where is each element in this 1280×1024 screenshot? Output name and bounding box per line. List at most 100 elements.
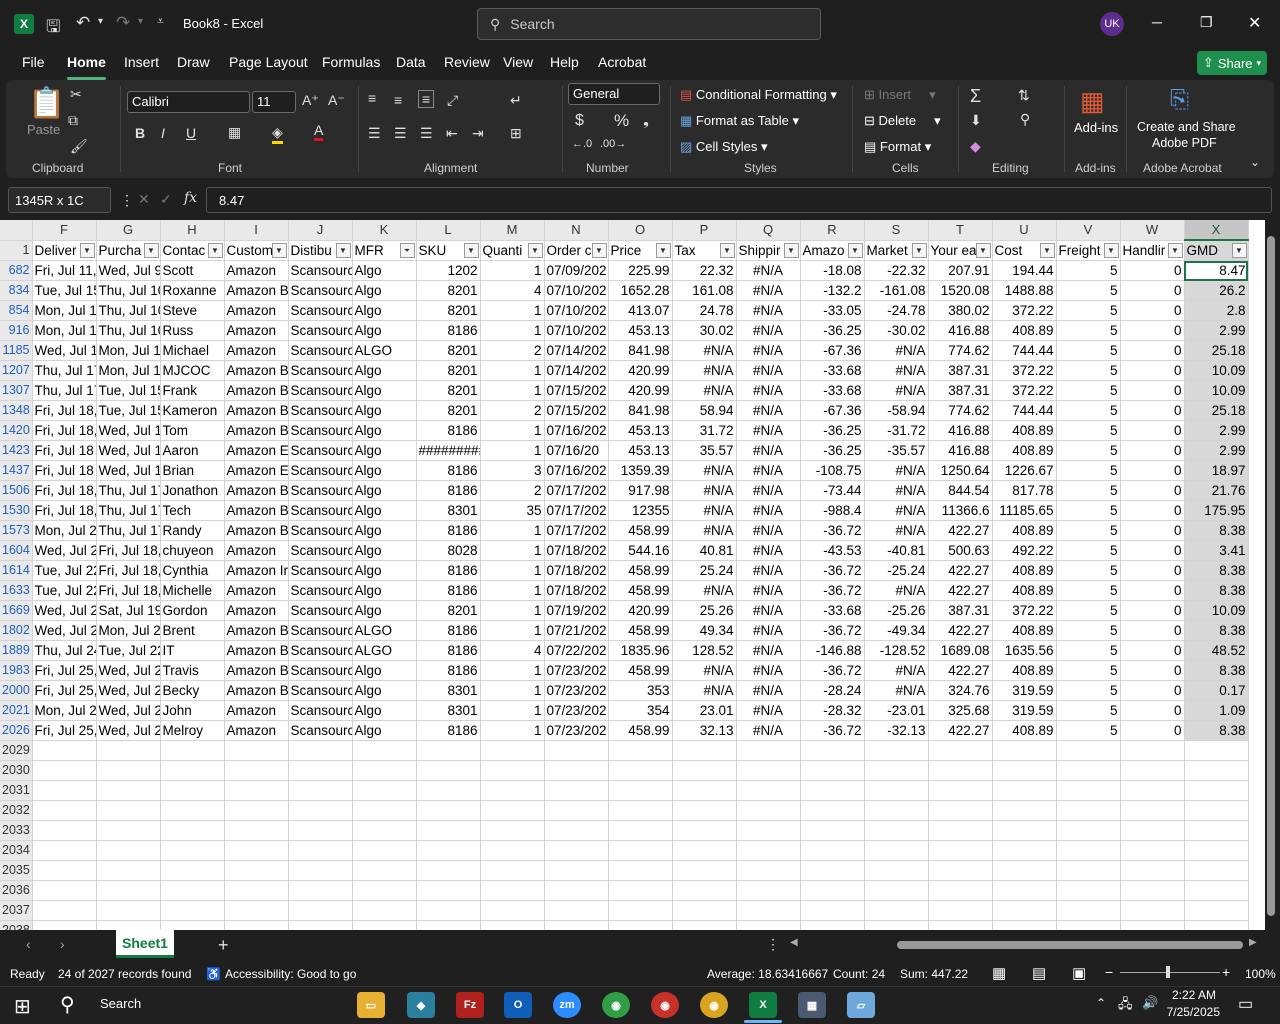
column-title-cell[interactable]: Order c ▼ [544, 240, 609, 261]
page-layout-view-icon[interactable]: ▤ [1032, 964, 1046, 982]
cell[interactable] [864, 900, 929, 921]
cell[interactable]: 774.62 [928, 340, 993, 361]
cell[interactable]: 917.98 [608, 480, 673, 501]
cell[interactable] [480, 840, 545, 861]
cell[interactable]: 2 [480, 480, 545, 501]
cell[interactable]: 07/23/202 [544, 700, 609, 721]
search-box[interactable]: ⚲ Search [477, 8, 821, 40]
tab-review[interactable]: Review [444, 54, 490, 76]
cell[interactable] [1056, 820, 1121, 841]
cell[interactable] [160, 900, 225, 921]
cell[interactable]: 1202 [416, 260, 481, 281]
cell[interactable] [352, 920, 417, 930]
cell[interactable]: Amazon B [224, 620, 289, 641]
cell[interactable] [224, 760, 289, 781]
cell[interactable]: 5 [1056, 460, 1121, 481]
cell[interactable] [928, 920, 993, 930]
cell[interactable]: -36.25 [800, 440, 865, 461]
cell[interactable]: 0 [1120, 500, 1185, 521]
cell[interactable]: ALGO [352, 640, 417, 661]
tab-home[interactable]: Home [67, 54, 106, 80]
cell[interactable]: 413.07 [608, 300, 673, 321]
cell[interactable]: Scansourc [288, 360, 353, 381]
chrome-icon[interactable]: ◉ [602, 992, 630, 1018]
cell[interactable]: Algo [352, 720, 417, 741]
row-header[interactable]: 1983 [0, 660, 33, 681]
cell[interactable] [224, 740, 289, 761]
column-title-cell[interactable]: Handlir ▼ [1120, 240, 1185, 261]
cell[interactable]: -33.68 [800, 360, 865, 381]
cell[interactable]: 8.38 [1184, 580, 1249, 601]
cell[interactable]: 5 [1056, 520, 1121, 541]
cell[interactable]: 5 [1056, 620, 1121, 641]
cell[interactable]: Wed, Jul 2 [32, 540, 97, 561]
cell[interactable]: Algo [352, 300, 417, 321]
cell[interactable] [160, 780, 225, 801]
active-cell[interactable]: 8.47 [1184, 260, 1249, 281]
horizontal-scroll-thumb[interactable] [897, 941, 1243, 949]
cell[interactable]: Scansourc [288, 400, 353, 421]
cell[interactable]: Mon, Jul 2 [32, 700, 97, 721]
cell[interactable]: ALGO [352, 620, 417, 641]
paste-label[interactable]: Paste [27, 122, 60, 137]
cell[interactable] [544, 900, 609, 921]
cell[interactable] [928, 780, 993, 801]
cell[interactable]: ######### [416, 440, 481, 461]
decrease-font-icon[interactable]: A⁻ [328, 92, 345, 109]
borders-icon[interactable]: ▦ [228, 124, 241, 141]
more-tabs-icon[interactable]: ⋮ [766, 936, 780, 953]
cell[interactable]: Scott [160, 260, 225, 281]
cell[interactable] [1120, 880, 1185, 901]
cell[interactable]: 1 [480, 440, 545, 461]
cell[interactable]: 8186 [416, 480, 481, 501]
format-cells-button[interactable]: ▤ Format ▾ [864, 139, 931, 155]
cell[interactable]: Amazon [224, 340, 289, 361]
cell[interactable]: 07/10/202 [544, 280, 609, 301]
cell[interactable] [800, 760, 865, 781]
row-header[interactable]: 2034 [0, 840, 33, 861]
outlook-icon[interactable]: O [504, 992, 532, 1018]
cell[interactable]: -18.08 [800, 260, 865, 281]
cell[interactable]: 408.89 [992, 580, 1057, 601]
cell[interactable]: Algo [352, 360, 417, 381]
cell[interactable]: 0 [1120, 560, 1185, 581]
cell[interactable]: #N/A [736, 600, 801, 621]
cell[interactable]: Scansourc [288, 520, 353, 541]
enter-icon[interactable]: ✓ [160, 191, 172, 208]
cell[interactable] [928, 840, 993, 861]
cell[interactable]: 1250.64 [928, 460, 993, 481]
cell[interactable] [480, 760, 545, 781]
cell[interactable]: 25.18 [1184, 400, 1249, 421]
cell[interactable] [672, 820, 737, 841]
cell[interactable] [1056, 760, 1121, 781]
cell[interactable]: 5 [1056, 360, 1121, 381]
cell[interactable]: Algo [352, 600, 417, 621]
cell[interactable]: -33.68 [800, 380, 865, 401]
column-header-l[interactable]: L [416, 220, 481, 241]
column-header-j[interactable]: J [288, 220, 353, 241]
cell[interactable] [736, 780, 801, 801]
cell[interactable] [1056, 860, 1121, 881]
cell[interactable] [608, 900, 673, 921]
cell[interactable]: 32.13 [672, 720, 737, 741]
cell[interactable] [864, 820, 929, 841]
cell-styles-button[interactable]: ▨ Cell Styles ▾ [680, 139, 767, 155]
scroll-tabs-right-icon[interactable]: › [60, 936, 65, 952]
page-break-view-icon[interactable]: ▣ [1072, 964, 1086, 982]
cell[interactable]: 4 [480, 280, 545, 301]
cell[interactable]: 07/19/202 [544, 600, 609, 621]
tab-help[interactable]: Help [550, 54, 579, 76]
cell[interactable] [800, 880, 865, 901]
cell[interactable]: 48.52 [1184, 640, 1249, 661]
cell[interactable] [480, 800, 545, 821]
cell[interactable]: Algo [352, 520, 417, 541]
cut-icon[interactable]: ✂ [70, 86, 82, 103]
cell[interactable]: 408.89 [992, 660, 1057, 681]
cell[interactable]: 387.31 [928, 380, 993, 401]
column-title-cell[interactable]: Distibu ▼ [288, 240, 353, 261]
cell[interactable]: Amazon E [224, 440, 289, 461]
cell[interactable]: Algo [352, 320, 417, 341]
minimize-button[interactable]: ─ [1152, 14, 1162, 30]
cell[interactable]: John [160, 700, 225, 721]
cell[interactable]: 1 [480, 300, 545, 321]
